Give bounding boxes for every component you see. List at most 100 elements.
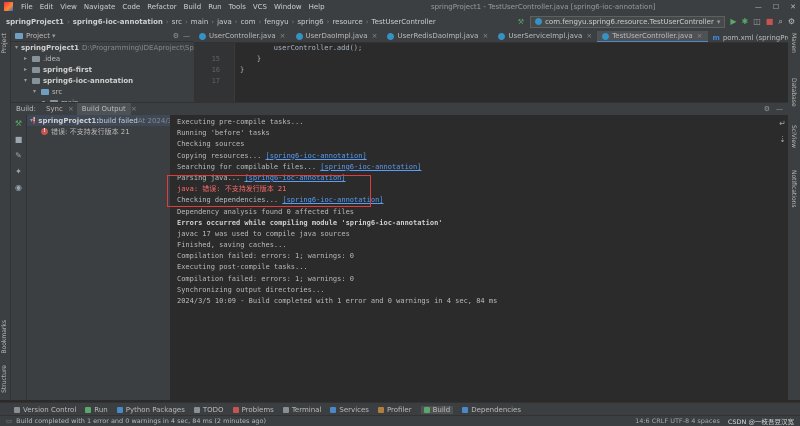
debug-icon[interactable]: ✱ (742, 17, 749, 26)
stop-icon[interactable]: ■ (11, 131, 26, 147)
close-tab-icon[interactable]: × (280, 32, 286, 40)
editor-tab[interactable]: UserRedisDaoImpl.java × (382, 30, 493, 42)
run-config-dropdown[interactable]: com.fengyu.spring6.resource.TestUserCont… (530, 15, 726, 28)
chevron-down-icon: ▾ (24, 77, 28, 84)
editor-tab[interactable]: TestUserController.java × (597, 31, 708, 42)
class-icon (387, 32, 395, 40)
menu-view[interactable]: View (60, 3, 77, 11)
project-view-dropdown[interactable]: Project (26, 32, 50, 40)
build-output-console[interactable]: Executing pre-compile tasks... Running 'b… (171, 115, 777, 400)
breadcrumb-item[interactable]: src (172, 18, 182, 26)
tool-terminal[interactable]: Terminal (282, 406, 321, 414)
database-tool-button[interactable]: Database (790, 78, 797, 107)
structure-tool-button[interactable]: Structure (1, 365, 8, 393)
module-link[interactable]: [spring6-ioc-annotation] (266, 152, 367, 160)
hammer-icon[interactable]: ⚒ (518, 18, 524, 26)
tool-build[interactable]: Build (420, 405, 454, 414)
menu-help[interactable]: Help (309, 3, 325, 11)
notifications-tool-button[interactable]: Notifications (790, 170, 797, 208)
menu-file[interactable]: File (21, 3, 33, 11)
settings-icon[interactable]: ⚙ (764, 105, 770, 113)
close-tab-icon[interactable]: × (68, 105, 74, 113)
tool-todo[interactable]: TODO (193, 406, 224, 414)
menu-edit[interactable]: Edit (40, 3, 54, 11)
menu-code[interactable]: Code (122, 3, 140, 11)
tool-problems[interactable]: Problems (232, 406, 274, 414)
tool-version-control[interactable]: Version Control (14, 406, 76, 414)
minimize-icon[interactable]: — (755, 3, 762, 11)
run-icon[interactable]: ▶ (730, 17, 736, 26)
code-editor[interactable]: 15 16 17 userController.add(); }} (194, 43, 788, 102)
options-icon[interactable]: ⚙ (173, 32, 179, 40)
chevron-down-icon: ▾ (716, 17, 721, 26)
stop-icon[interactable]: ■ (766, 17, 774, 26)
editor-tab[interactable]: UserController.java × (194, 30, 291, 42)
breadcrumb-separator: › (258, 17, 262, 26)
menu-build[interactable]: Build (184, 3, 202, 11)
hide-icon[interactable]: — (776, 105, 783, 113)
close-icon[interactable]: ✕ (790, 3, 796, 11)
editor-tab[interactable]: mpom.xml (springProject1)× (708, 32, 788, 43)
breadcrumb-item[interactable]: main (191, 18, 209, 26)
scroll-end-icon[interactable]: ⇣ (777, 131, 788, 147)
filter-icon[interactable]: ◉ (11, 179, 26, 195)
breadcrumb-item[interactable]: springProject1 (6, 18, 64, 26)
menu-run[interactable]: Run (208, 3, 221, 11)
maximize-icon[interactable]: ☐ (773, 3, 779, 11)
hide-icon[interactable]: — (183, 32, 190, 40)
sciview-tool-button[interactable]: SciView (790, 125, 797, 148)
pin-icon[interactable]: ✦ (11, 163, 26, 179)
tab-sync[interactable]: Sync (41, 103, 68, 115)
close-tab-icon[interactable]: × (482, 32, 488, 40)
menu-navigate[interactable]: Navigate (84, 3, 115, 11)
build-error-item[interactable]: ! 错误: 不支持发行版本 21 (27, 126, 170, 137)
close-tab-icon[interactable]: × (131, 105, 137, 113)
tool-python-packages[interactable]: Python Packages (116, 406, 185, 414)
menu-tools[interactable]: Tools (229, 3, 246, 11)
search-icon[interactable]: ⌕ (778, 17, 782, 27)
tool-dependencies[interactable]: Dependencies (462, 406, 521, 414)
code-area[interactable]: userController.add(); }} (240, 43, 362, 87)
coverage-icon[interactable]: ◫ (753, 17, 761, 26)
rebuild-icon[interactable]: ⚒ (11, 115, 26, 131)
settings-icon[interactable]: ⚙ (788, 17, 795, 26)
project-tree-item[interactable]: ▾ springProject1 D:\Programming\IDEAprojec… (11, 42, 194, 53)
project-tree-item[interactable]: ▸ .idea (11, 53, 194, 64)
status-message[interactable]: Build completed with 1 error and 0 warni… (16, 417, 266, 425)
breadcrumb-item[interactable]: resource (332, 18, 362, 26)
breadcrumb-item[interactable]: TestUserController (372, 18, 436, 26)
close-tab-icon[interactable]: × (586, 32, 592, 40)
breadcrumb-item[interactable]: fengyu (264, 18, 288, 26)
project-tree-item[interactable]: ▾ spring6-ioc-annotation (11, 75, 194, 86)
breadcrumb-separator: › (326, 17, 330, 26)
bookmarks-tool-button[interactable]: Bookmarks (1, 320, 8, 354)
breadcrumb-item[interactable]: spring6 (297, 18, 323, 26)
line-number: 17 (211, 77, 220, 85)
breadcrumb-item[interactable]: spring6-ioc-annotation (73, 18, 163, 26)
menu-vcs[interactable]: VCS (253, 3, 267, 11)
tool-services[interactable]: Services (330, 406, 369, 414)
problems-icon (232, 406, 239, 413)
menu-refactor[interactable]: Refactor (147, 3, 176, 11)
editor-tab[interactable]: UserServiceImpl.java × (493, 30, 597, 42)
close-tab-icon[interactable]: × (372, 32, 378, 40)
project-tree-item[interactable]: ▾ src (11, 86, 194, 97)
menu-window[interactable]: Window (274, 3, 302, 11)
wrench-icon[interactable]: ✎ (11, 147, 26, 163)
module-link[interactable]: [spring6-ioc-annotation] (320, 163, 421, 171)
status-right-info[interactable]: 14:6 CRLF UTF-8 4 spaces (635, 417, 720, 425)
project-tree-item[interactable]: ▸ spring6-first (11, 64, 194, 75)
console-line: Searching for compilable files... [sprin… (171, 162, 777, 173)
breadcrumb-item[interactable]: java (217, 18, 232, 26)
build-tree-root[interactable]: ▾ ! springProject1: build failed At 2024… (27, 115, 170, 126)
close-tab-icon[interactable]: × (697, 32, 703, 40)
soft-wrap-icon[interactable]: ↵ (777, 115, 788, 131)
tab-build-output[interactable]: Build Output (76, 103, 131, 115)
editor-tab[interactable]: UserDaoImpl.java × (291, 30, 383, 42)
maven-tool-button[interactable]: Maven (790, 33, 797, 53)
tool-run[interactable]: Run (85, 406, 108, 414)
console-text: Compilation failed: errors: 1; warnings:… (177, 252, 355, 261)
tool-profiler[interactable]: Profiler (377, 406, 412, 414)
breadcrumb-item[interactable]: com (241, 18, 256, 26)
project-tool-button[interactable]: Project (1, 33, 8, 54)
